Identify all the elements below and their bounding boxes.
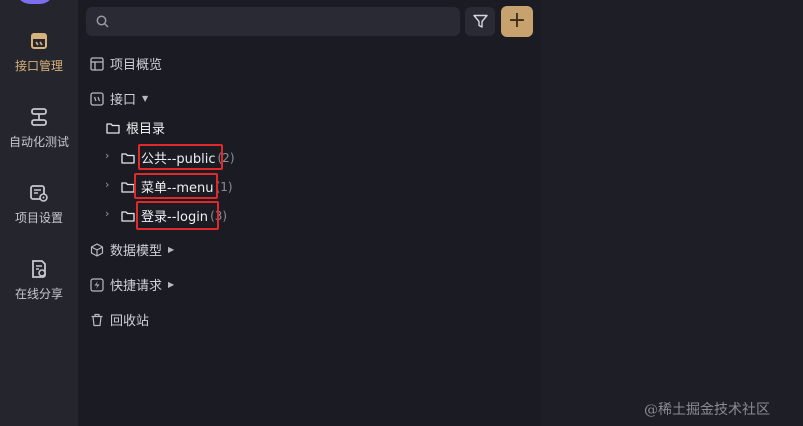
folder-icon	[121, 152, 135, 164]
watermark: @稀土掘金技术社区	[644, 402, 770, 418]
highlight-box	[134, 173, 218, 199]
cube-icon	[90, 242, 104, 257]
tree-item-label: 回收站	[110, 314, 150, 329]
search-input[interactable]	[118, 10, 452, 34]
tree-item-label: 项目概览	[110, 58, 163, 73]
rail-item-label: 自动化测试	[8, 135, 69, 149]
caret-down-icon[interactable]: ▼	[142, 94, 148, 103]
tree-item-quick-request[interactable]: 快捷请求 ▶	[90, 275, 174, 294]
tree-item-label: 接口	[110, 93, 137, 108]
tree-item-label: 数据模型	[110, 244, 163, 259]
folder-icon	[121, 181, 135, 193]
chevron-right-icon[interactable]: ›	[105, 207, 109, 220]
rail-item-label: 在线分享	[14, 287, 63, 301]
tree-item-api[interactable]: 接口 ▼	[90, 89, 148, 108]
folder-count: (1)	[215, 179, 233, 194]
automation-icon	[31, 108, 47, 126]
folder-icon	[121, 210, 135, 222]
app-logo[interactable]	[16, 0, 54, 4]
folder-icon	[106, 122, 120, 134]
layout-icon	[90, 56, 104, 71]
chevron-right-icon[interactable]: ›	[105, 149, 109, 162]
add-button[interactable]: +	[501, 6, 533, 37]
tree-item-root[interactable]: 根目录	[106, 118, 165, 137]
rail-item-settings[interactable]: 项目设置	[0, 183, 78, 226]
rail-item-label: 接口管理	[14, 59, 63, 73]
tree-item-overview[interactable]: 项目概览	[90, 54, 162, 73]
api-icon	[90, 91, 104, 106]
rail-item-automation[interactable]: 自动化测试	[0, 107, 78, 150]
tree-item-models[interactable]: 数据模型 ▶	[90, 240, 174, 259]
lightning-icon	[90, 277, 104, 292]
highlight-box	[136, 201, 219, 230]
content-area	[542, 0, 803, 426]
tree-item-trash[interactable]: 回收站	[90, 310, 149, 329]
settings-icon	[30, 185, 48, 202]
left-rail: 接口管理 自动化测试 项目设置 在线分享	[0, 0, 78, 426]
share-icon	[32, 260, 46, 278]
trash-icon	[91, 313, 103, 326]
filter-button[interactable]	[465, 7, 495, 36]
rail-item-share[interactable]: 在线分享	[0, 259, 78, 302]
filter-icon	[473, 14, 488, 28]
rail-item-label: 项目设置	[14, 211, 63, 225]
rail-item-api[interactable]: 接口管理	[0, 31, 78, 74]
tree-item-label: 根目录	[126, 122, 166, 137]
search-box[interactable]	[86, 7, 460, 36]
caret-right-icon[interactable]: ▶	[168, 245, 174, 254]
api-icon	[31, 33, 47, 49]
search-icon	[96, 15, 109, 28]
caret-right-icon[interactable]: ▶	[168, 280, 174, 289]
tree-item-label: 快捷请求	[110, 279, 163, 294]
chevron-right-icon[interactable]: ›	[105, 178, 109, 191]
highlight-box	[138, 144, 223, 170]
